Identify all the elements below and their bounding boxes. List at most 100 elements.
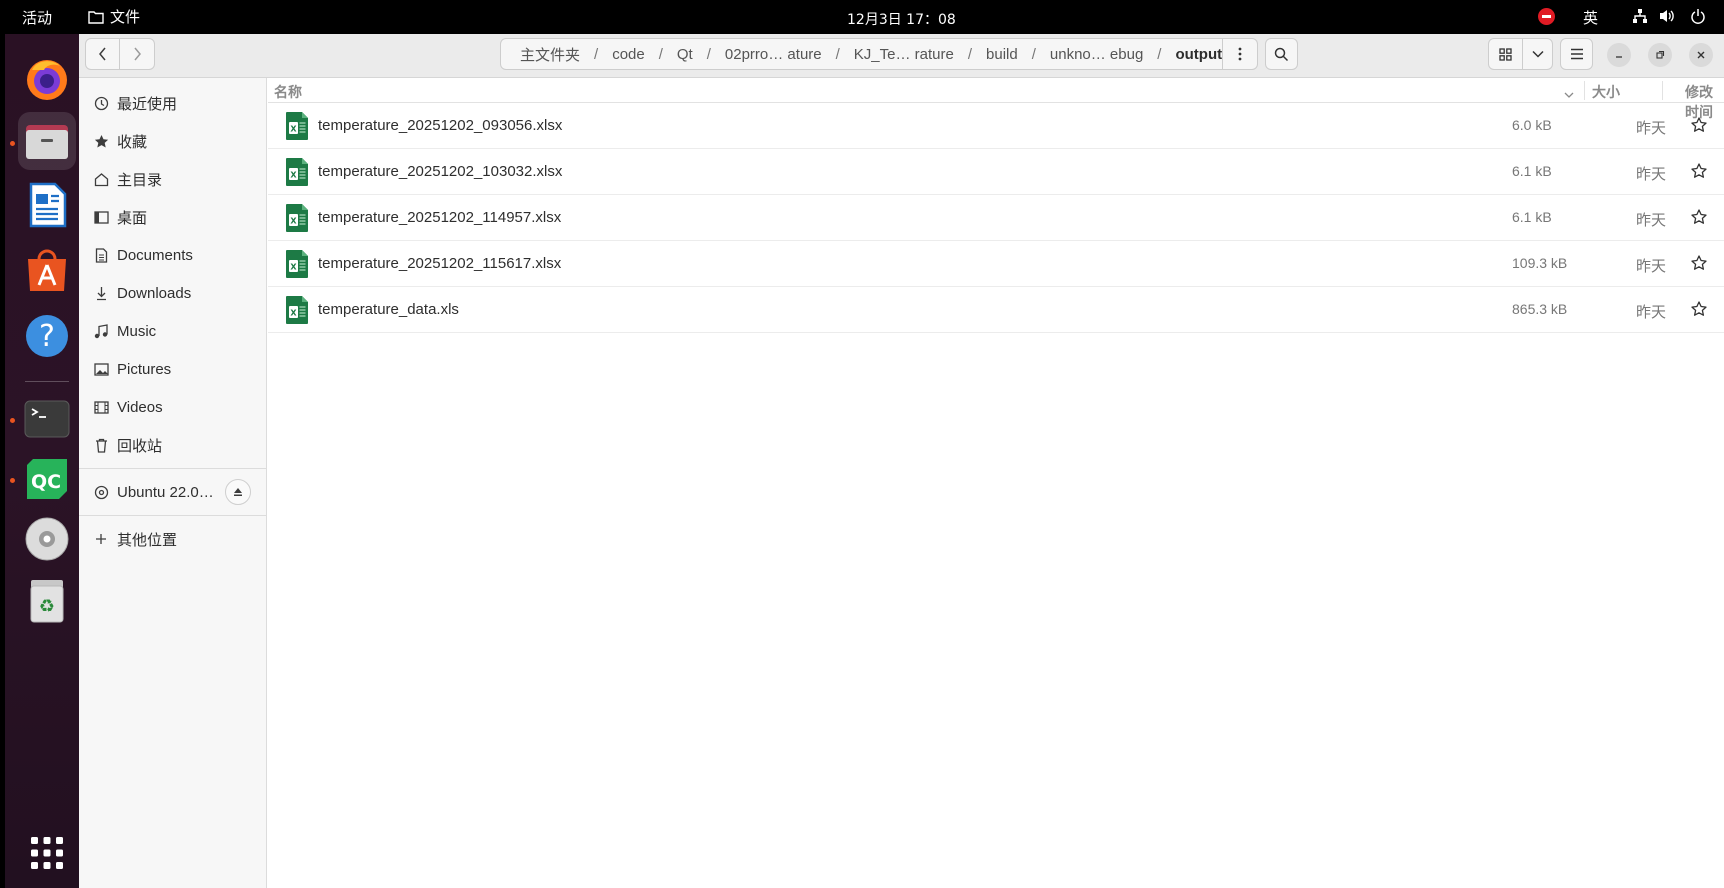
dock: ? QC ♻ bbox=[5, 34, 79, 888]
clock[interactable]: 12月3日 17：08 bbox=[847, 9, 956, 29]
file-name: temperature_20251202_114957.xlsx bbox=[318, 209, 562, 226]
video-icon bbox=[93, 399, 109, 415]
breadcrumb-qt[interactable]: Qt bbox=[674, 46, 696, 63]
network-icon[interactable] bbox=[1630, 6, 1650, 26]
star-icon[interactable] bbox=[1690, 300, 1708, 318]
back-button[interactable] bbox=[85, 38, 120, 70]
main-menu-button[interactable] bbox=[1560, 38, 1593, 70]
file-row[interactable]: X temperature_20251202_103032.xlsx 6.1 k… bbox=[268, 149, 1724, 195]
sidebar-item-label: 收藏 bbox=[117, 133, 148, 151]
column-size[interactable]: 大小 bbox=[1592, 82, 1620, 102]
file-modified: 昨天 bbox=[1636, 166, 1667, 183]
folder-icon bbox=[88, 10, 104, 24]
breadcrumb-output[interactable]: output bbox=[1172, 46, 1225, 63]
sort-chevron-icon[interactable] bbox=[1564, 86, 1574, 102]
file-row[interactable]: X temperature_20251202_115617.xlsx 109.3… bbox=[268, 241, 1724, 287]
help-launcher[interactable]: ? bbox=[18, 307, 76, 365]
sidebar-item-music[interactable]: Music bbox=[79, 314, 267, 348]
column-divider bbox=[1584, 81, 1585, 100]
trash-launcher[interactable]: ♻ bbox=[18, 572, 76, 630]
sidebar-item-label: 回收站 bbox=[117, 437, 163, 455]
file-size: 109.3 kB bbox=[1512, 255, 1568, 271]
files-launcher[interactable] bbox=[18, 112, 76, 170]
breadcrumb-separator: / bbox=[1157, 45, 1162, 63]
breadcrumb-build[interactable]: build bbox=[983, 46, 1021, 63]
qt-creator-launcher[interactable]: QC bbox=[18, 450, 76, 508]
breadcrumb-project[interactable]: 02prro… ature bbox=[722, 46, 825, 63]
minimize-button[interactable] bbox=[1607, 43, 1631, 67]
sidebar-item-downloads[interactable]: Downloads bbox=[79, 276, 267, 310]
sidebar-item-label: 主目录 bbox=[117, 171, 163, 189]
minimize-icon bbox=[1616, 56, 1622, 58]
file-row[interactable]: X temperature_20251202_093056.xlsx 6.0 k… bbox=[268, 103, 1724, 149]
path-bar[interactable]: 主文件夹 / code / Qt / 02prro… ature / KJ_Te… bbox=[500, 38, 1223, 70]
input-method-indicator[interactable]: 英 bbox=[1583, 7, 1598, 28]
volume-icon[interactable] bbox=[1657, 6, 1677, 26]
svg-text:♻: ♻ bbox=[39, 596, 55, 617]
path-menu-button[interactable] bbox=[1223, 38, 1258, 70]
power-icon[interactable] bbox=[1688, 6, 1708, 26]
grid-view-icon bbox=[1499, 47, 1512, 61]
search-button[interactable] bbox=[1265, 38, 1298, 70]
download-icon bbox=[93, 285, 109, 301]
breadcrumb-home[interactable]: 主文件夹 bbox=[517, 44, 583, 65]
sidebar-item-recent[interactable]: 最近使用 bbox=[79, 86, 267, 120]
star-icon[interactable] bbox=[1690, 162, 1708, 180]
column-header: 名称 大小 修改时间 bbox=[268, 78, 1724, 120]
show-apps-button[interactable] bbox=[18, 824, 76, 882]
firefox-icon bbox=[27, 60, 67, 100]
eject-button[interactable] bbox=[225, 479, 251, 505]
sidebar-item-pictures[interactable]: Pictures bbox=[79, 352, 267, 386]
plus-icon bbox=[93, 531, 109, 547]
spreadsheet-file-icon: X bbox=[286, 204, 308, 232]
forward-button[interactable] bbox=[120, 38, 155, 70]
close-button[interactable] bbox=[1689, 43, 1713, 67]
writer-icon bbox=[29, 182, 67, 228]
terminal-icon bbox=[24, 400, 70, 438]
sidebar-item-home[interactable]: 主目录 bbox=[79, 162, 267, 196]
sidebar-item-other-locations[interactable]: 其他位置 bbox=[79, 522, 267, 556]
chevron-right-icon bbox=[134, 47, 141, 61]
sidebar-item-starred[interactable]: 收藏 bbox=[79, 124, 267, 158]
breadcrumb-code[interactable]: code bbox=[609, 46, 648, 63]
app-center-launcher[interactable] bbox=[18, 242, 76, 300]
maximize-button[interactable] bbox=[1648, 43, 1672, 67]
column-name[interactable]: 名称 bbox=[274, 82, 302, 102]
file-list-view: 名称 大小 修改时间 X temperature_20251202_093056… bbox=[268, 78, 1724, 888]
spreadsheet-file-icon: X bbox=[286, 112, 308, 140]
sidebar-item-trash[interactable]: 回收站 bbox=[79, 428, 267, 462]
breadcrumb-separator: / bbox=[835, 45, 840, 63]
sidebar-item-label: Ubuntu 22.0… bbox=[117, 483, 214, 501]
do-not-disturb-icon[interactable] bbox=[1538, 8, 1555, 25]
app-menu[interactable]: 文件 bbox=[88, 6, 140, 27]
breadcrumb-separator: / bbox=[1031, 45, 1036, 63]
sidebar-item-videos[interactable]: Videos bbox=[79, 390, 267, 424]
eject-icon bbox=[234, 488, 242, 496]
file-row[interactable]: X temperature_20251202_114957.xlsx 6.1 k… bbox=[268, 195, 1724, 241]
star-icon[interactable] bbox=[1690, 116, 1708, 134]
firefox-launcher[interactable] bbox=[18, 50, 76, 108]
breadcrumb-debug[interactable]: unkno… ebug bbox=[1047, 46, 1146, 63]
music-icon bbox=[93, 323, 109, 339]
file-row[interactable]: X temperature_data.xls 865.3 kB 昨天 bbox=[268, 287, 1724, 333]
star-icon[interactable] bbox=[1690, 208, 1708, 226]
dvd-drive-launcher[interactable] bbox=[18, 510, 76, 568]
files-icon bbox=[26, 125, 68, 159]
home-icon bbox=[93, 171, 109, 187]
star-icon[interactable] bbox=[1690, 254, 1708, 272]
breadcrumb-kj[interactable]: KJ_Te… rature bbox=[851, 46, 957, 63]
terminal-launcher[interactable] bbox=[18, 390, 76, 448]
activities-button[interactable]: 活动 bbox=[22, 7, 52, 28]
sidebar-item-desktop[interactable]: 桌面 bbox=[79, 200, 267, 234]
view-grid-button[interactable] bbox=[1488, 38, 1523, 70]
sidebar-item-documents[interactable]: Documents bbox=[79, 238, 267, 272]
sidebar-divider bbox=[79, 468, 267, 469]
trash-icon: ♻ bbox=[30, 580, 64, 623]
writer-launcher[interactable] bbox=[18, 176, 76, 234]
view-options-button[interactable] bbox=[1523, 38, 1553, 70]
help-icon: ? bbox=[26, 315, 68, 357]
desktop-icon bbox=[93, 209, 109, 225]
qt-creator-icon: QC bbox=[27, 459, 67, 499]
breadcrumb-separator: / bbox=[594, 45, 599, 63]
svg-text:X: X bbox=[290, 263, 297, 272]
